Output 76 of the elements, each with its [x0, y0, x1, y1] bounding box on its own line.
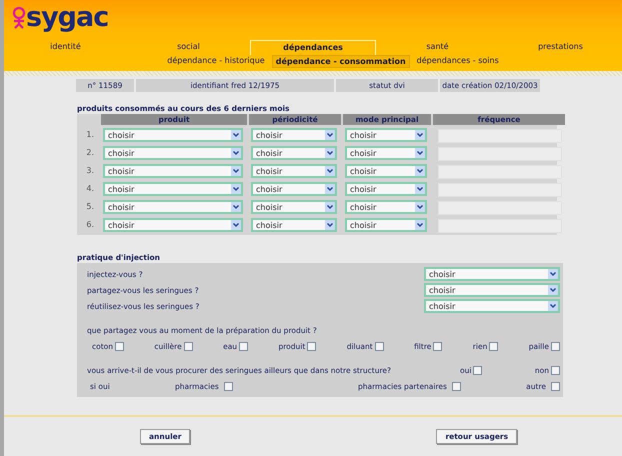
dropdown[interactable]: choisir: [103, 218, 243, 232]
chevron-down-icon: [415, 202, 425, 212]
logo-text: sygac: [26, 4, 108, 32]
nav-tab[interactable]: identité: [4, 40, 127, 55]
chevron-down-icon: [325, 166, 335, 176]
sub-tab[interactable]: dépendance - consommation: [272, 55, 410, 68]
checkbox[interactable]: [489, 342, 498, 350]
chevron-down-icon: [231, 184, 241, 194]
chevron-down-icon: [231, 166, 241, 176]
nav-tab[interactable]: social: [127, 40, 250, 55]
chevron-down-icon: [325, 130, 335, 140]
row-number: 6.: [85, 219, 95, 231]
chevron-down-icon: [325, 202, 335, 212]
dropdown[interactable]: choisir: [251, 218, 337, 232]
row-number: 3.: [85, 165, 95, 177]
chevron-down-icon: [231, 202, 241, 212]
nav-tab[interactable]: santé: [376, 40, 499, 55]
chevron-down-icon: [325, 148, 335, 158]
row-number: 1.: [85, 129, 95, 141]
chevron-down-icon: [415, 184, 425, 194]
dropdown[interactable]: choisir: [345, 200, 427, 214]
dropdown[interactable]: choisir: [251, 164, 337, 178]
checkbox[interactable]: [239, 342, 248, 350]
row-number: 5.: [85, 201, 95, 213]
row-number: 2.: [85, 147, 95, 159]
input-field[interactable]: [438, 201, 562, 215]
dropdown[interactable]: choisir: [103, 182, 243, 196]
chevron-down-icon: [415, 148, 425, 158]
row-number: 4.: [85, 183, 95, 195]
checkbox[interactable]: [184, 342, 193, 350]
dropdown[interactable]: choisir: [251, 200, 337, 214]
dropdown[interactable]: choisir: [251, 146, 337, 160]
dropdown[interactable]: choisir: [251, 182, 337, 196]
chevron-down-icon: [231, 148, 241, 158]
dropdown[interactable]: choisir: [424, 299, 560, 313]
input-field[interactable]: [438, 147, 562, 161]
checkbox[interactable]: [452, 382, 461, 390]
dropdown[interactable]: choisir: [345, 218, 427, 232]
chevron-down-icon: [325, 220, 335, 230]
checkbox[interactable]: [551, 382, 560, 390]
sub-tab[interactable]: dépendances - soins: [414, 55, 502, 68]
dropdown[interactable]: choisir: [424, 267, 560, 281]
input-field[interactable]: [438, 165, 562, 179]
chevron-down-icon: [325, 184, 335, 194]
dropdown[interactable]: choisir: [103, 128, 243, 142]
dropdown[interactable]: choisir: [103, 146, 243, 160]
checkbox[interactable]: [433, 342, 442, 350]
chevron-down-icon: [231, 220, 241, 230]
input-field[interactable]: [438, 129, 562, 143]
dropdown[interactable]: choisir: [345, 182, 427, 196]
sub-tab[interactable]: dépendance - historique: [164, 55, 268, 68]
checkbox[interactable]: [550, 342, 560, 350]
dropdown[interactable]: choisir: [103, 200, 243, 214]
chevron-down-icon: [415, 130, 425, 140]
chevron-down-icon: [415, 166, 425, 176]
checkbox[interactable]: [307, 342, 316, 350]
dropdown[interactable]: choisir: [424, 283, 560, 297]
input-field[interactable]: [438, 183, 562, 197]
checkbox[interactable]: [115, 342, 124, 350]
checkbox[interactable]: [473, 366, 482, 374]
checkbox[interactable]: [224, 382, 233, 390]
chevron-down-icon: [548, 301, 558, 311]
nav-tab[interactable]: prestations: [499, 40, 622, 55]
chevron-down-icon: [231, 130, 241, 140]
dropdown[interactable]: choisir: [251, 128, 337, 142]
checkbox[interactable]: [551, 366, 560, 374]
chevron-down-icon: [548, 285, 558, 295]
checkbox[interactable]: [374, 342, 384, 350]
chevron-down-icon: [548, 269, 558, 279]
dropdown[interactable]: choisir: [345, 146, 427, 160]
dropdown[interactable]: choisir: [103, 164, 243, 178]
chevron-down-icon: [415, 220, 425, 230]
dropdown[interactable]: choisir: [345, 164, 427, 178]
dropdown[interactable]: choisir: [345, 128, 427, 142]
input-field[interactable]: [438, 219, 562, 233]
person-icon: [12, 7, 26, 29]
